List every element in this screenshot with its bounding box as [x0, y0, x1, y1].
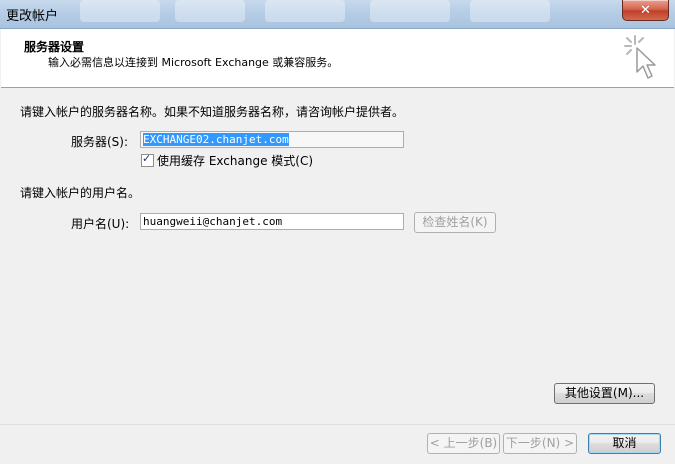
header-panel: 服务器设置 输入必需信息以连接到 Microsoft Exchange 或兼容服…: [1, 29, 674, 88]
cached-mode-checkbox[interactable]: ✓: [141, 152, 154, 167]
username-input[interactable]: huangweii@chanjet.com: [140, 213, 404, 230]
footer-divider: [0, 424, 675, 425]
close-button[interactable]: ✕: [622, 0, 669, 21]
username-label: 用户名(U):: [71, 217, 130, 231]
server-input-value: EXCHANGE02.chanjet.com: [143, 133, 289, 146]
server-instruction: 请键入帐户的服务器名称。如果不知道服务器名称，请咨询帐户提供者。: [20, 105, 405, 119]
page-title: 服务器设置: [24, 40, 85, 54]
cursor-sparkle-icon: [624, 35, 656, 79]
background-blur: [265, 0, 345, 22]
more-settings-button[interactable]: 其他设置(M)...: [554, 383, 655, 404]
background-blur: [80, 0, 160, 22]
background-blur: [370, 0, 450, 22]
page-subtitle: 输入必需信息以连接到 Microsoft Exchange 或兼容服务。: [48, 56, 339, 69]
close-icon: ✕: [640, 3, 651, 18]
background-blur: [470, 0, 550, 22]
back-button[interactable]: < 上一步(B): [427, 433, 500, 454]
title-bar: 更改帐户 ✕: [0, 0, 675, 29]
user-instruction: 请键入帐户的用户名。: [20, 186, 141, 200]
server-label: 服务器(S):: [71, 135, 129, 149]
window-title: 更改帐户: [6, 9, 59, 24]
server-input[interactable]: EXCHANGE02.chanjet.com: [140, 131, 404, 148]
background-blur: [175, 0, 245, 22]
checkmark-icon: ✓: [142, 152, 152, 165]
next-button[interactable]: 下一步(N) >: [503, 433, 577, 454]
username-input-value: huangweii@chanjet.com: [143, 215, 283, 228]
cancel-button[interactable]: 取消: [588, 433, 661, 454]
check-name-button[interactable]: 检查姓名(K): [414, 212, 496, 233]
cached-mode-label[interactable]: 使用缓存 Exchange 模式(C): [157, 152, 313, 169]
